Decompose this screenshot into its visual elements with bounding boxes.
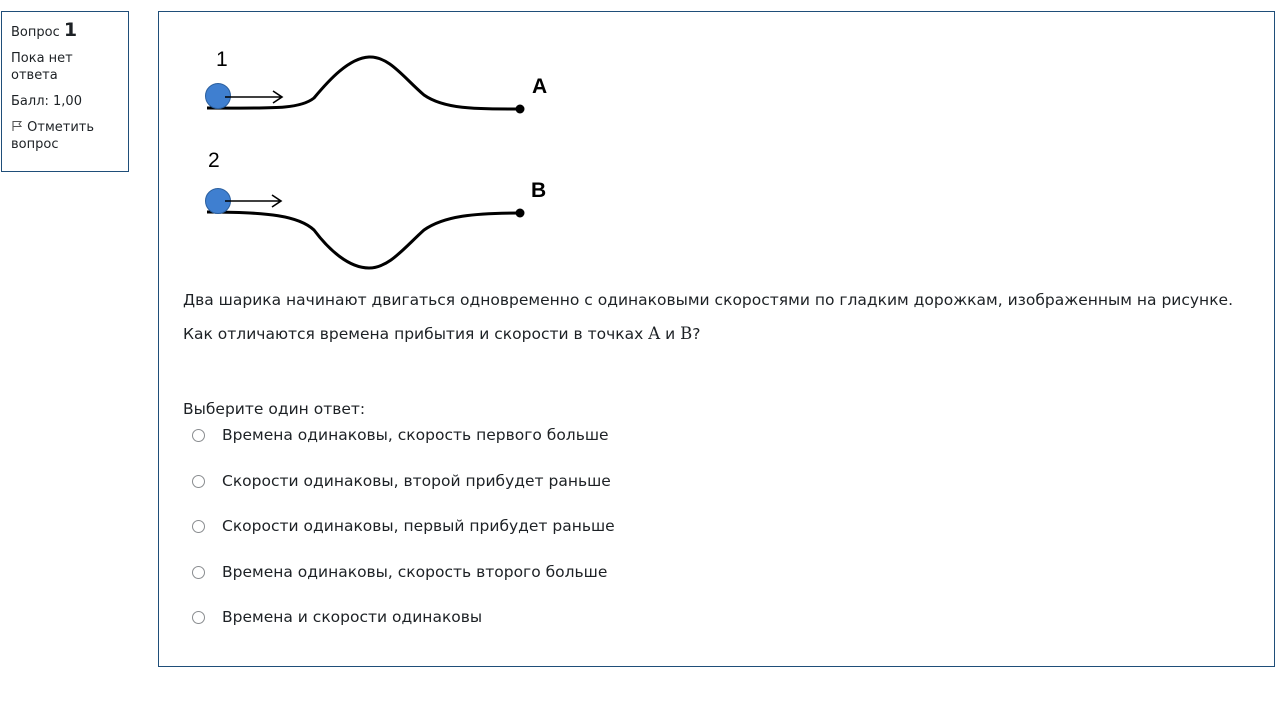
question-content: 1 A 2 B Два шарика начинают двигаться од… (158, 11, 1275, 667)
question-info: Вопрос 1 Пока нет ответа Балл: 1,00 Отме… (1, 11, 129, 172)
question-grade: Балл: 1,00 (11, 94, 82, 109)
question-text-2-and: и (660, 325, 681, 343)
track1-arrow (225, 90, 284, 104)
answer-prompt: Выберите один ответ: (183, 400, 366, 418)
answer-radio[interactable] (192, 565, 205, 579)
answer-option[interactable]: Времена одинаковы, скорость первого боль… (192, 424, 615, 470)
answer-radio[interactable] (192, 611, 205, 624)
answer-option[interactable]: Времена и скорости одинаковы (192, 606, 615, 652)
point-b-math: B (680, 324, 693, 343)
answer-options: Времена одинаковы, скорость первого боль… (192, 424, 615, 652)
question-number: 1 (63, 19, 78, 41)
ball-1 (205, 83, 231, 109)
answer-radio[interactable] (192, 520, 205, 533)
track1-label: 1 (216, 48, 228, 71)
answer-option[interactable]: Скорости одинаковы, первый прибудет рань… (192, 515, 615, 561)
question-text-1: Два шарика начинают двигаться одновремен… (183, 291, 1234, 309)
answer-label[interactable]: Скорости одинаковы, первый прибудет рань… (222, 515, 615, 537)
track2-label: 2 (208, 149, 220, 172)
track2-end-point (515, 208, 525, 218)
answer-option[interactable]: Скорости одинаковы, второй прибудет рань… (192, 470, 615, 516)
point-b-label: B (531, 179, 546, 202)
question-state: Пока нет ответа (11, 51, 73, 83)
flag-question-link[interactable]: Отметить вопрос (11, 119, 120, 153)
track2-arrow (225, 194, 283, 208)
question-text-2: Как отличаются времена прибытия и скорос… (183, 323, 1258, 345)
question-text: Два шарика начинают двигаться одновремен… (183, 289, 1258, 345)
answer-radio[interactable] (192, 474, 205, 488)
point-a-math: A (648, 324, 661, 343)
answer-label[interactable]: Времена и скорости одинаковы (222, 606, 482, 628)
flag-icon (11, 120, 23, 132)
answer-label[interactable]: Времена одинаковы, скорость второго боль… (222, 561, 607, 583)
question-text-2-after: ? (692, 325, 701, 343)
tracks-figure: 1 A 2 B (205, 48, 547, 270)
answer-option[interactable]: Времена одинаковы, скорость второго боль… (192, 561, 615, 607)
track1-path (206, 55, 521, 111)
question-text-2-before: Как отличаются времена прибытия и скорос… (183, 325, 649, 343)
question-number-line: Вопрос 1 (11, 19, 120, 41)
answer-label[interactable]: Скорости одинаковы, второй прибудет рань… (222, 470, 611, 492)
flag-label: Отметить вопрос (11, 120, 95, 152)
track1-end-point (515, 104, 525, 114)
answer-label[interactable]: Времена одинаковы, скорость первого боль… (222, 424, 609, 446)
question-label: Вопрос (11, 25, 60, 40)
track2-path (206, 210, 521, 270)
point-a-label: A (532, 75, 547, 98)
answer-radio[interactable] (192, 429, 205, 442)
